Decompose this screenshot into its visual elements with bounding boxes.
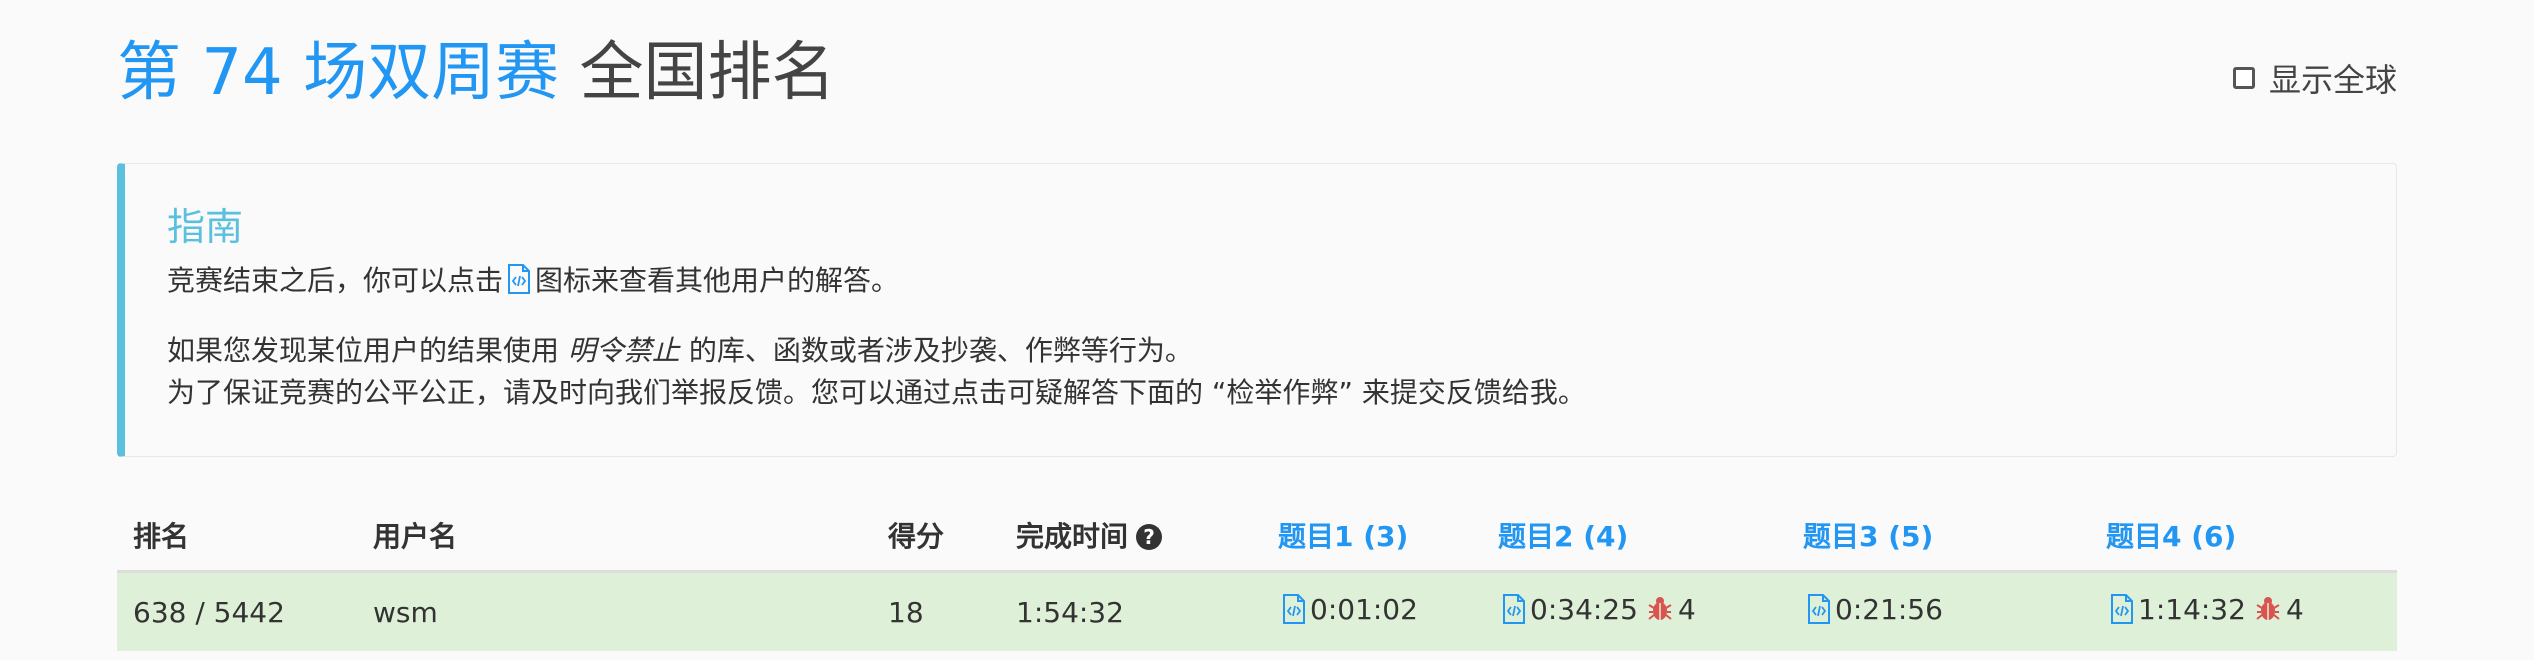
table-row: 638 / 5442 wsm 18 1:54:32 0:01:02 0:34:2…	[117, 571, 2397, 651]
guide-line-1-after: 图标来查看其他用户的解答。	[535, 264, 900, 297]
finish-time-label: 完成时间	[1016, 520, 1129, 553]
page-title: 第 74 场双周赛 全国排名	[117, 28, 835, 118]
col-q2-header[interactable]: 题目2 (4)	[1482, 500, 1787, 573]
contest-name: 第 74 场双周赛	[117, 36, 560, 110]
guide-forbidden-text: 明令禁止	[567, 334, 680, 367]
col-score-header: 得分	[872, 500, 1000, 573]
show-global-toggle[interactable]: 显示全球	[2232, 55, 2397, 101]
guide-line-3: 为了保证竞赛的公平公正，请及时向我们举报反馈。您可以通过点击可疑解答下面的 “检…	[167, 376, 1586, 409]
col-q4-header[interactable]: 题目4 (6)	[2090, 500, 2397, 573]
q4-penalty: 4	[2285, 592, 2304, 626]
q3-time: 0:21:56	[1835, 592, 1943, 626]
col-rank-header: 排名	[117, 500, 357, 573]
code-file-icon[interactable]	[1807, 594, 1831, 625]
code-file-icon[interactable]	[2110, 594, 2134, 625]
code-file-icon	[507, 264, 531, 294]
show-global-label: 显示全球	[2268, 61, 2397, 99]
guide-title: 指南	[167, 205, 244, 249]
col-q1-header[interactable]: 题目1 (3)	[1262, 500, 1482, 573]
q4-time: 1:14:32	[2138, 592, 2246, 626]
guide-line-2-before: 如果您发现某位用户的结果使用	[167, 334, 560, 367]
col-q3-header[interactable]: 题目3 (5)	[1787, 500, 2090, 573]
score-cell: 18	[872, 571, 1000, 651]
guide-line-1: 竞赛结束之后，你可以点击 图标来查看其他用户的解答。	[167, 260, 2396, 302]
guide-panel: 指南 竞赛结束之后，你可以点击 图标来查看其他用户的解答。 如果您发现某位用户的结…	[117, 163, 2397, 457]
table-header-row: 排名 用户名 得分 完成时间? 题目1 (3) 题目2 (4) 题目3 (5) …	[117, 500, 2397, 573]
q4-cell: 1:14:32 4	[2090, 571, 2397, 651]
col-username-header: 用户名	[357, 500, 872, 573]
ranking-scope-title: 全国排名	[579, 36, 836, 110]
q2-time: 0:34:25	[1530, 592, 1638, 626]
q1-time: 0:01:02	[1310, 592, 1418, 626]
page-container: 第 74 场双周赛 全国排名 显示全球 指南 竞赛结束之后，你可以点击 图标来查看…	[117, 0, 2397, 651]
ranking-table: 排名 用户名 得分 完成时间? 题目1 (3) 题目2 (4) 题目3 (5) …	[117, 500, 2397, 651]
q2-cell: 0:34:25 4	[1482, 571, 1787, 651]
finish-time-cell: 1:54:32	[1000, 571, 1262, 651]
guide-line-1-before: 竞赛结束之后，你可以点击	[167, 264, 504, 297]
code-file-icon[interactable]	[1502, 594, 1526, 625]
checkbox-icon[interactable]	[2232, 67, 2255, 89]
guide-line-2-after: 的库、函数或者涉及抄袭、作弊等行为。	[688, 334, 1193, 367]
username-cell[interactable]: wsm	[357, 571, 872, 651]
page-header: 第 74 场双周赛 全国排名 显示全球	[117, 0, 2397, 160]
q2-penalty: 4	[1677, 592, 1696, 626]
code-file-icon[interactable]	[1282, 594, 1306, 625]
q3-cell: 0:21:56	[1787, 571, 2090, 651]
question-circle-icon[interactable]: ?	[1136, 524, 1163, 550]
guide-line-2: 如果您发现某位用户的结果使用 明令禁止 的库、函数或者涉及抄袭、作弊等行为。	[167, 330, 2396, 372]
bug-icon	[2254, 595, 2282, 623]
q1-cell: 0:01:02	[1262, 571, 1482, 651]
rank-cell: 638 / 5442	[117, 571, 357, 651]
bug-icon	[1646, 595, 1674, 623]
col-finish-time-header: 完成时间?	[1000, 500, 1262, 573]
